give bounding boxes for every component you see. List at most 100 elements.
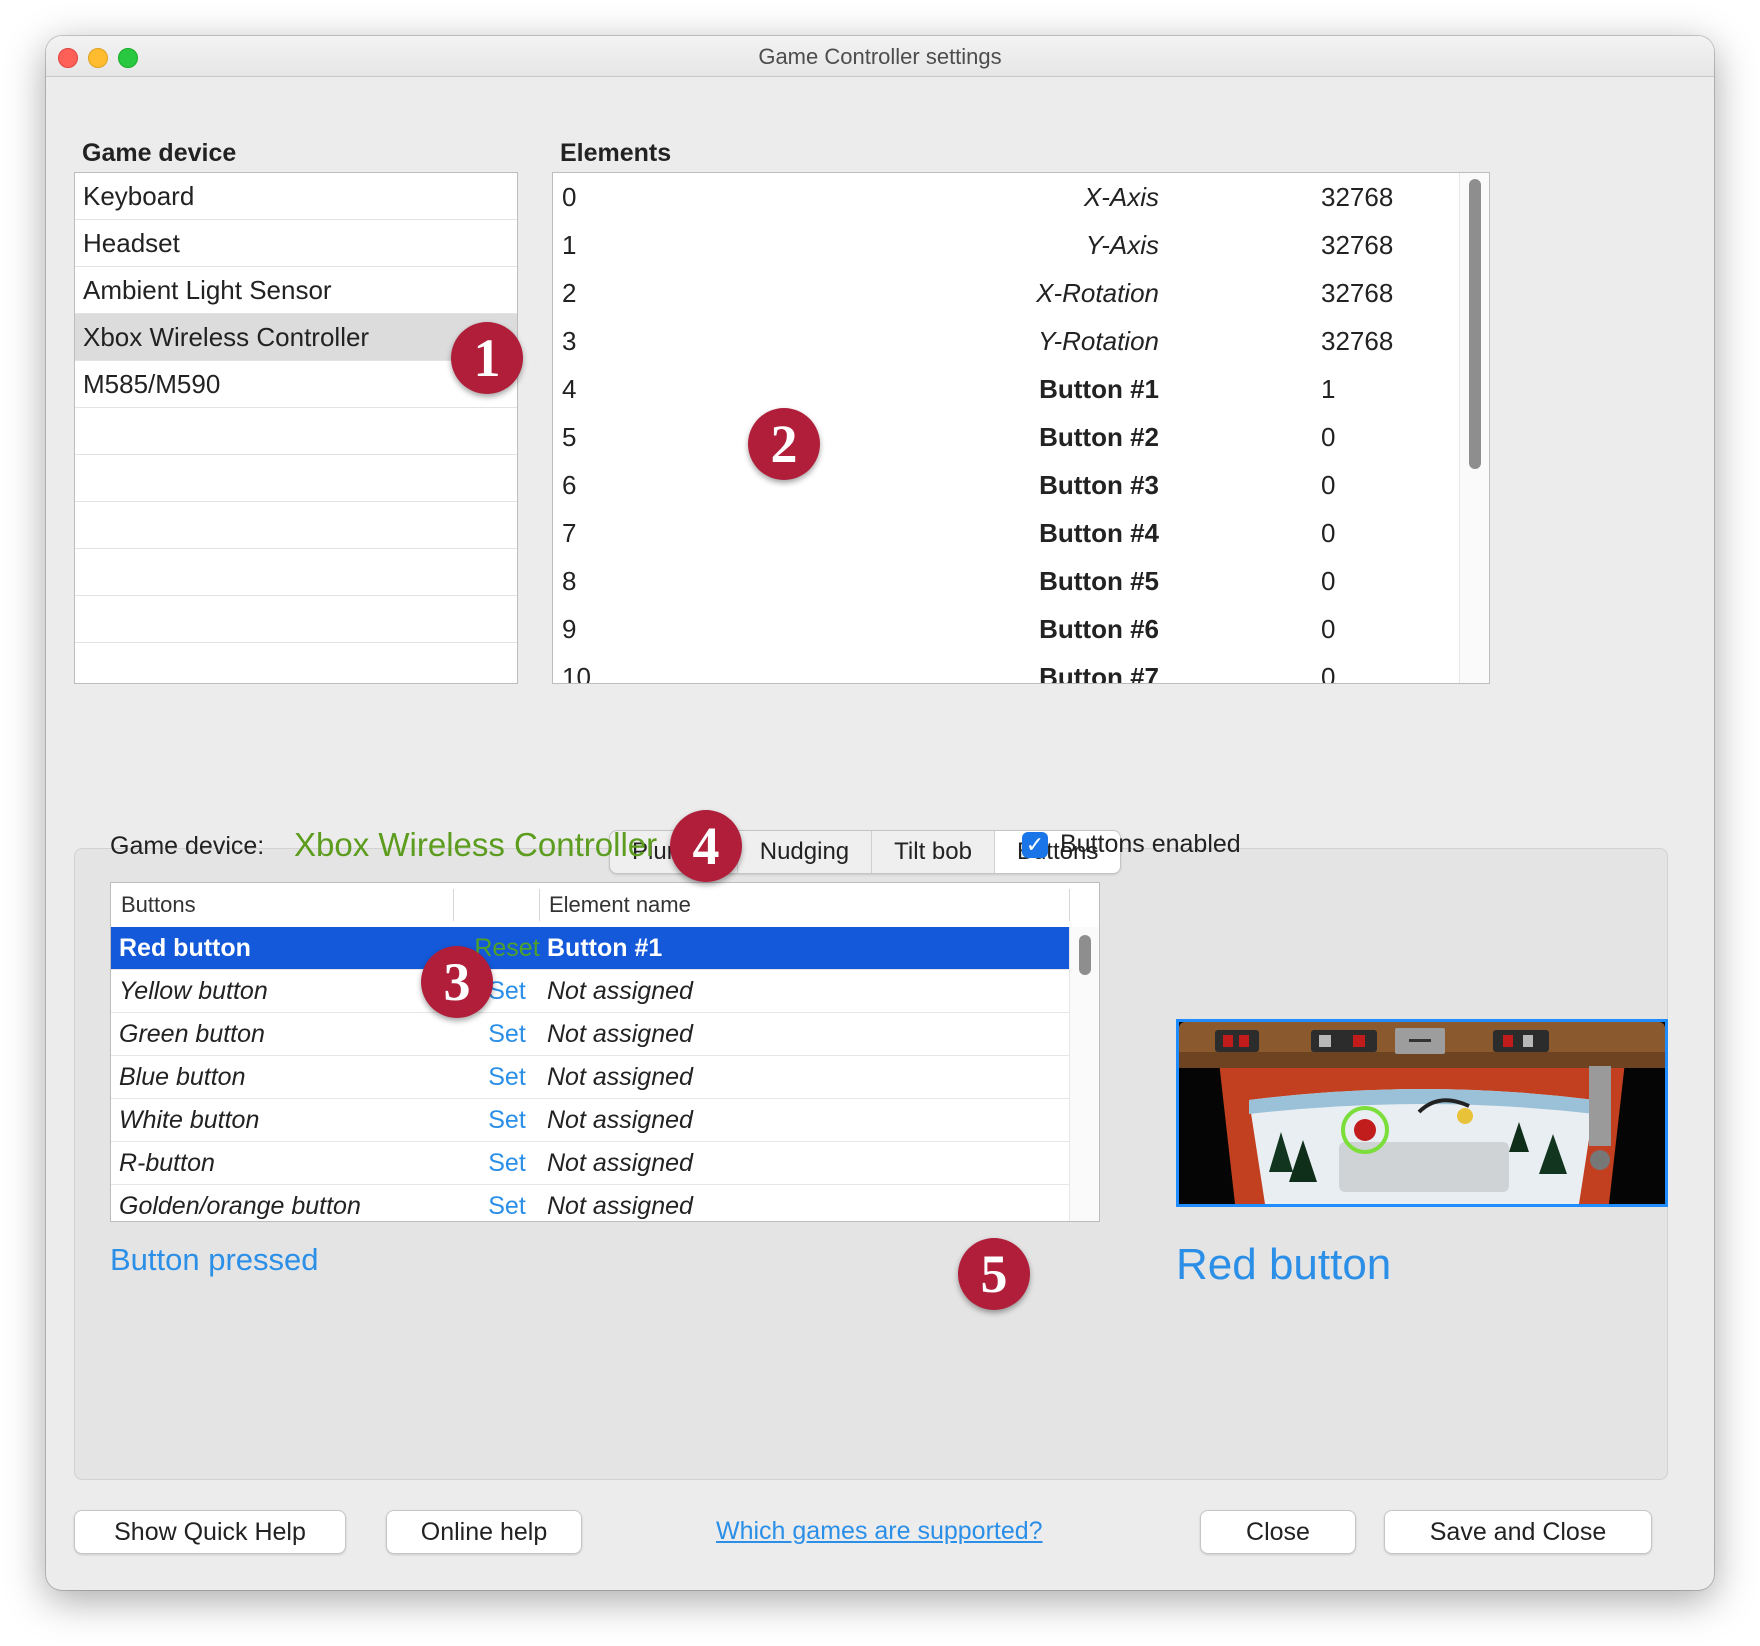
device-list-item[interactable]: Headset — [75, 220, 517, 267]
element-index: 9 — [562, 614, 577, 644]
assigned-element: Not assigned — [547, 977, 693, 1005]
element-name: Button #7 — [1039, 662, 1159, 684]
online-help-button[interactable]: Online help — [386, 1510, 582, 1554]
device-list-item[interactable] — [75, 455, 517, 502]
buttons-table-scroll-thumb[interactable] — [1079, 935, 1091, 975]
device-list-item[interactable] — [75, 596, 517, 643]
device-list-item[interactable]: Ambient Light Sensor — [75, 267, 517, 314]
element-name: Button #3 — [1039, 470, 1159, 500]
table-row[interactable]: R-button Set Not assigned — [111, 1142, 1069, 1185]
device-list-item[interactable] — [75, 549, 517, 596]
element-value: 0 — [1321, 566, 1336, 596]
element-name: X-Rotation — [1036, 278, 1159, 308]
set-button[interactable]: Set — [466, 1099, 548, 1142]
assigned-element: Not assigned — [547, 1020, 693, 1048]
element-row[interactable]: 4 Button #1 1 — [553, 365, 1459, 413]
element-index: 1 — [562, 230, 577, 260]
device-list-item[interactable] — [75, 643, 517, 683]
table-row[interactable]: Red button Reset Button #1 — [111, 927, 1069, 970]
settings-window: Game Controller settings Game device Key… — [46, 36, 1714, 1590]
callout-badge-5: 5 — [958, 1238, 1030, 1310]
element-value: 32768 — [1321, 182, 1394, 212]
table-row[interactable]: Yellow button Set Not assigned — [111, 970, 1069, 1013]
button-name: Blue button — [119, 1063, 246, 1091]
element-value: 0 — [1321, 518, 1336, 548]
element-value: 0 — [1321, 422, 1336, 452]
set-button[interactable]: Set — [466, 1056, 548, 1099]
element-index: 10 — [562, 662, 591, 684]
element-row[interactable]: 9 Button #6 0 — [553, 605, 1459, 653]
element-value: 32768 — [1321, 278, 1394, 308]
element-row[interactable]: 3 Y-Rotation 32768 — [553, 317, 1459, 365]
element-index: 7 — [562, 518, 577, 548]
col-header-element-name[interactable]: Element name — [549, 883, 691, 927]
supported-games-link[interactable]: Which games are supported? — [716, 1517, 1043, 1546]
element-row[interactable]: 8 Button #5 0 — [553, 557, 1459, 605]
game-device-list[interactable]: Keyboard Headset Ambient Light Sensor Xbox … — [74, 172, 518, 684]
title-bar[interactable]: Game Controller settings — [46, 36, 1714, 77]
element-name: Button #1 — [1039, 374, 1159, 404]
show-quick-help-button[interactable]: Show Quick Help — [74, 1510, 346, 1554]
device-list-item[interactable]: M585/M590 — [75, 361, 517, 408]
element-name: Button #4 — [1039, 518, 1159, 548]
assigned-element: Button #1 — [547, 934, 663, 962]
device-list-item[interactable] — [75, 502, 517, 549]
element-row[interactable]: 2 X-Rotation 32768 — [553, 269, 1459, 317]
element-name: Button #5 — [1039, 566, 1159, 596]
table-header: Buttons Element name — [111, 883, 1099, 928]
element-index: 0 — [562, 182, 577, 212]
table-row[interactable]: Blue button Set Not assigned — [111, 1056, 1069, 1099]
element-value: 0 — [1321, 470, 1336, 500]
elements-scrollbar[interactable] — [1459, 173, 1489, 683]
assigned-element: Not assigned — [547, 1063, 693, 1091]
elements-scroll-thumb[interactable] — [1469, 179, 1481, 469]
element-index: 3 — [562, 326, 577, 356]
table-row[interactable]: White button Set Not assigned — [111, 1099, 1069, 1142]
element-row[interactable]: 1 Y-Axis 32768 — [553, 221, 1459, 269]
table-row[interactable]: Green button Set Not assigned — [111, 1013, 1069, 1056]
device-list-item[interactable]: Keyboard — [75, 173, 517, 220]
element-index: 6 — [562, 470, 577, 500]
assigned-element: Not assigned — [547, 1192, 693, 1220]
button-name: Green button — [119, 1020, 265, 1048]
buttons-table[interactable]: Buttons Element name Red button Reset Butt… — [110, 882, 1100, 1222]
pinball-cabinet-illustration — [1179, 1022, 1665, 1204]
tab-nudging[interactable]: Nudging — [738, 831, 873, 873]
col-header-buttons[interactable]: Buttons — [121, 883, 196, 927]
save-and-close-button[interactable]: Save and Close — [1384, 1510, 1652, 1554]
button-pressed-label: Button pressed — [110, 1242, 319, 1277]
tab-tilt-bob[interactable]: Tilt bob — [872, 831, 995, 873]
game-device-heading: Game device — [82, 139, 237, 167]
element-value: 32768 — [1321, 230, 1394, 260]
elements-heading: Elements — [560, 139, 672, 167]
element-index: 8 — [562, 566, 577, 596]
callout-badge-3: 3 — [421, 946, 493, 1018]
set-button[interactable]: Set — [466, 1185, 548, 1221]
buttons-enabled-toggle[interactable]: ✓ Buttons enabled — [1022, 830, 1241, 859]
element-name: X-Axis — [1083, 182, 1159, 212]
buttons-table-scrollbar[interactable] — [1069, 927, 1099, 1221]
close-button[interactable]: Close — [1200, 1510, 1356, 1554]
element-name: Button #6 — [1039, 614, 1159, 644]
elements-list[interactable]: 0 X-Axis 32768 1 Y-Axis 32768 2 X-Rotation 32768… — [552, 172, 1490, 684]
element-row[interactable]: 7 Button #4 0 — [553, 509, 1459, 557]
element-value: 0 — [1321, 614, 1336, 644]
checkbox-checked-icon[interactable]: ✓ — [1022, 831, 1048, 858]
button-name: Golden/orange button — [119, 1192, 361, 1220]
set-button[interactable]: Set — [466, 1013, 548, 1056]
callout-badge-2: 2 — [748, 408, 820, 480]
table-row[interactable]: Golden/orange button Set Not assigned — [111, 1185, 1069, 1221]
callout-badge-4: 4 — [670, 810, 742, 882]
element-row[interactable]: 5 Button #2 0 — [553, 413, 1459, 461]
element-row[interactable]: 6 Button #3 0 — [553, 461, 1459, 509]
button-name: R-button — [119, 1149, 215, 1177]
button-name: Yellow button — [119, 977, 268, 1005]
callout-badge-1: 1 — [451, 322, 523, 394]
device-list-item[interactable] — [75, 408, 517, 455]
element-row[interactable]: 10 Button #7 0 — [553, 653, 1459, 684]
set-button[interactable]: Set — [466, 1142, 548, 1185]
element-row[interactable]: 0 X-Axis 32768 — [553, 173, 1459, 221]
element-index: 5 — [562, 422, 577, 452]
button-name: White button — [119, 1106, 260, 1134]
element-name: Button #2 — [1039, 422, 1159, 452]
